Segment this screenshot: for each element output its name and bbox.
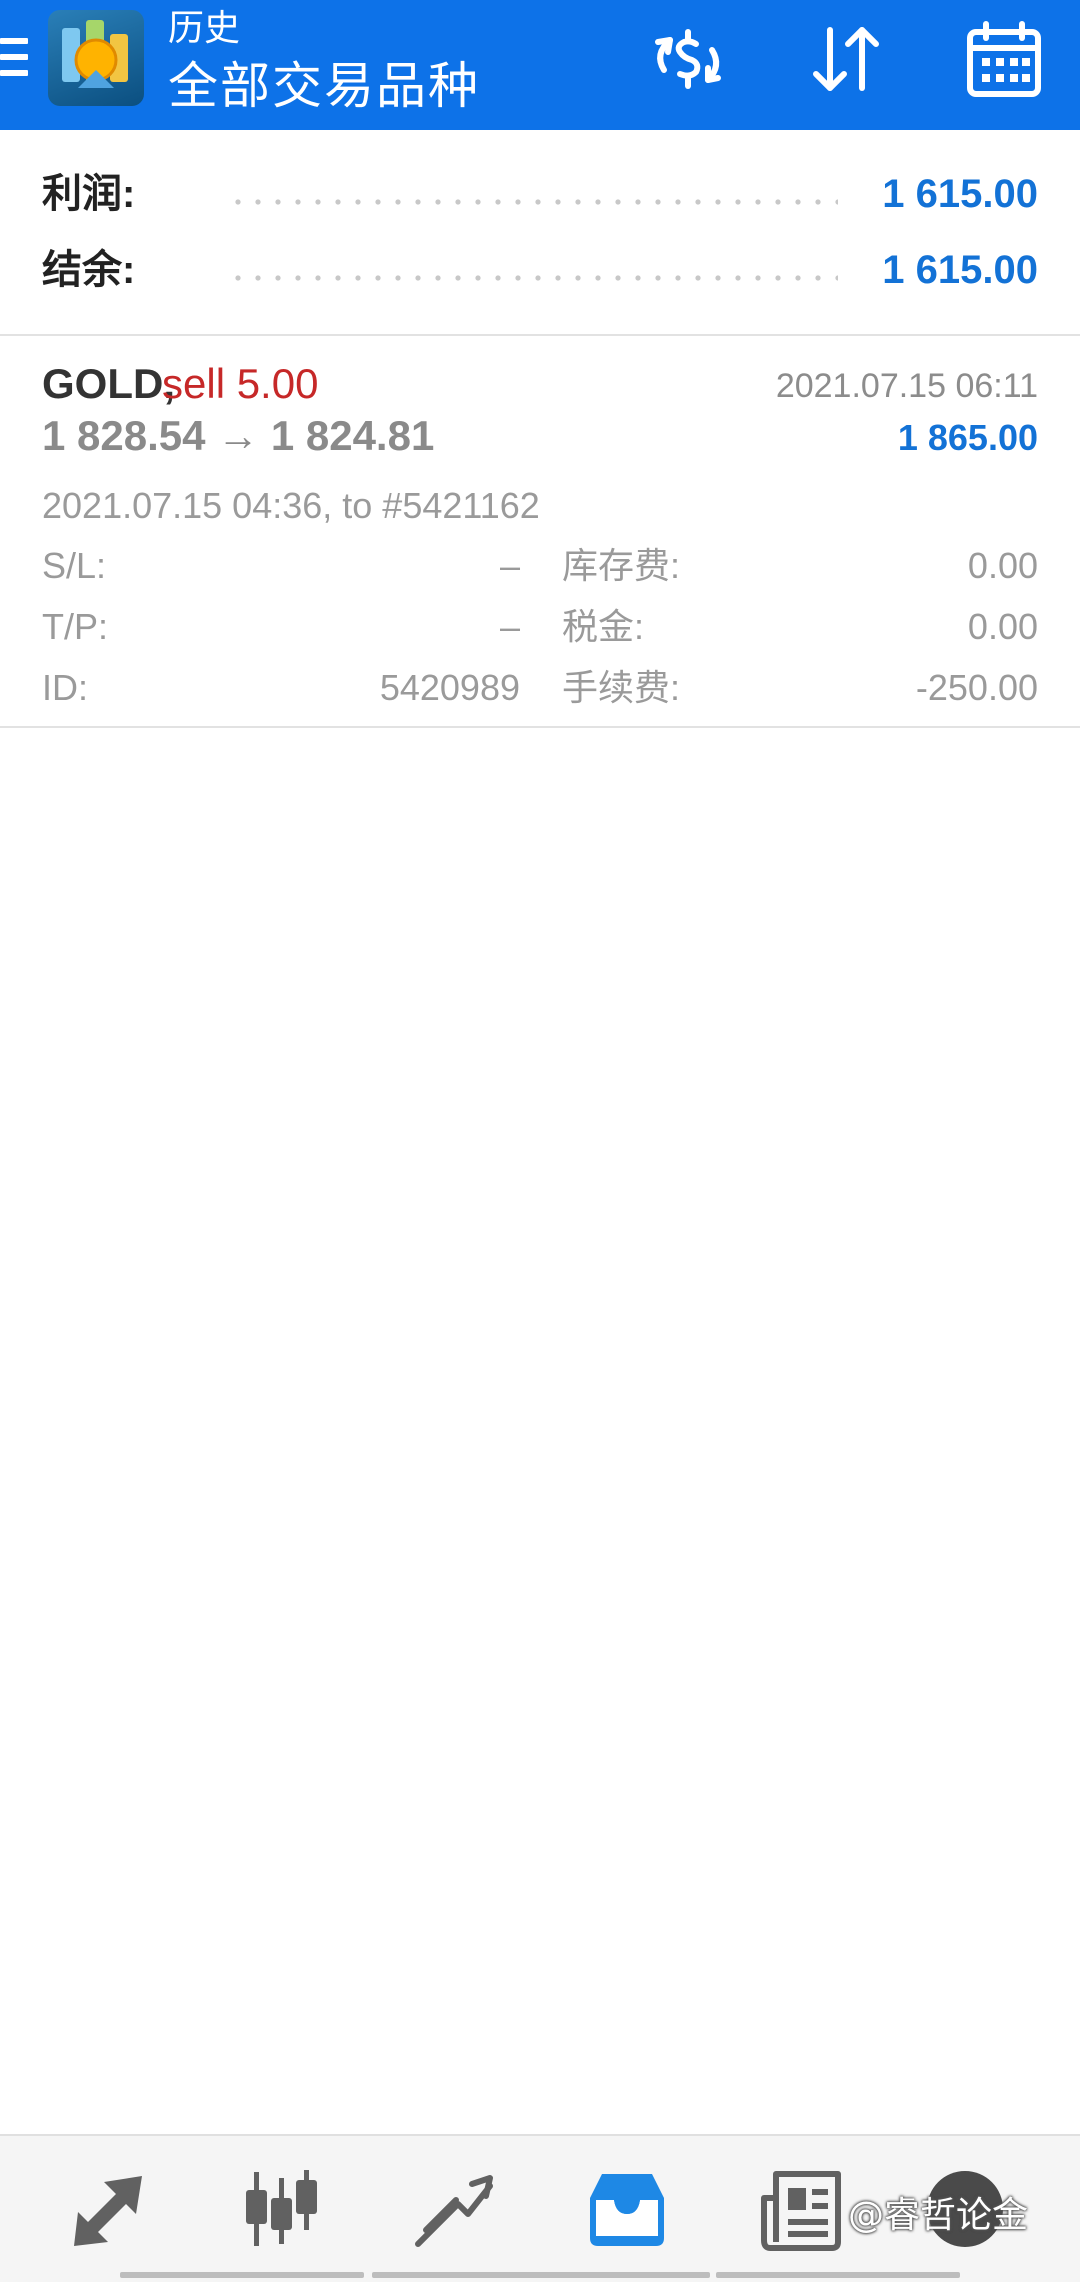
balance-label: 结余:	[42, 248, 136, 292]
deal-prices: 1 828.54 → 1 824.81	[42, 412, 435, 459]
deal-open-info: 2021.07.15 04:36, to #5421162	[42, 485, 540, 526]
nav-indicator	[716, 2272, 960, 2278]
watermark: @睿哲论金	[848, 2195, 1029, 2236]
swap-value: 0.00	[967, 545, 1038, 586]
profit-label: 利润:	[42, 172, 136, 216]
app-bar: 历史 全部交易品种	[0, 0, 1080, 130]
sort-icon[interactable]	[804, 18, 888, 102]
divider	[0, 726, 1080, 728]
id-value: 5420989	[379, 667, 520, 708]
dotted-leader	[228, 274, 838, 282]
menu-icon[interactable]	[0, 34, 30, 84]
profit-value: 1 615.00	[882, 172, 1038, 216]
divider	[0, 334, 1080, 336]
chart-icon[interactable]	[236, 2164, 326, 2254]
calendar-icon[interactable]	[962, 18, 1046, 102]
deal-detail-row: ID: 5420989 手续费: -250.00	[42, 662, 1038, 714]
sl-label: S/L:	[42, 545, 107, 586]
deal-symbol: GOLD,	[42, 360, 175, 407]
tp-label: T/P:	[42, 606, 109, 647]
sl-value: –	[499, 545, 520, 586]
nav-indicator	[372, 2272, 710, 2278]
tp-value: –	[499, 606, 520, 647]
deal-profit: 1 865.00	[897, 417, 1038, 458]
balance-value: 1 615.00	[882, 248, 1038, 292]
currency-exchange-icon[interactable]	[646, 18, 730, 102]
swap-label: 库存费:	[562, 545, 681, 586]
commission-value: -250.00	[915, 667, 1038, 708]
balance-row: 结余: 1 615.00	[42, 240, 1038, 300]
dotted-leader	[228, 198, 838, 206]
commission-label: 手续费:	[562, 667, 681, 708]
news-icon[interactable]	[756, 2164, 846, 2254]
taxes-label: 税金:	[562, 606, 645, 647]
profit-row: 利润: 1 615.00	[42, 164, 1038, 224]
nav-indicator	[120, 2272, 364, 2278]
screen-subtitle: 历史	[168, 7, 241, 48]
quotes-icon[interactable]	[64, 2164, 154, 2254]
deal-detail-row: T/P: – 税金: 0.00	[42, 601, 1038, 653]
history-icon[interactable]	[582, 2164, 672, 2254]
symbol-filter-title[interactable]: 全部交易品种	[168, 54, 480, 118]
app-logo[interactable]	[48, 10, 144, 106]
taxes-value: 0.00	[967, 606, 1038, 647]
deal-detail-row: S/L: – 库存费: 0.00	[42, 540, 1038, 592]
id-label: ID:	[42, 667, 89, 708]
trade-icon[interactable]	[408, 2164, 498, 2254]
deal-action: sell 5.00	[162, 360, 319, 407]
deal-close-time: 2021.07.15 06:11	[775, 367, 1038, 405]
